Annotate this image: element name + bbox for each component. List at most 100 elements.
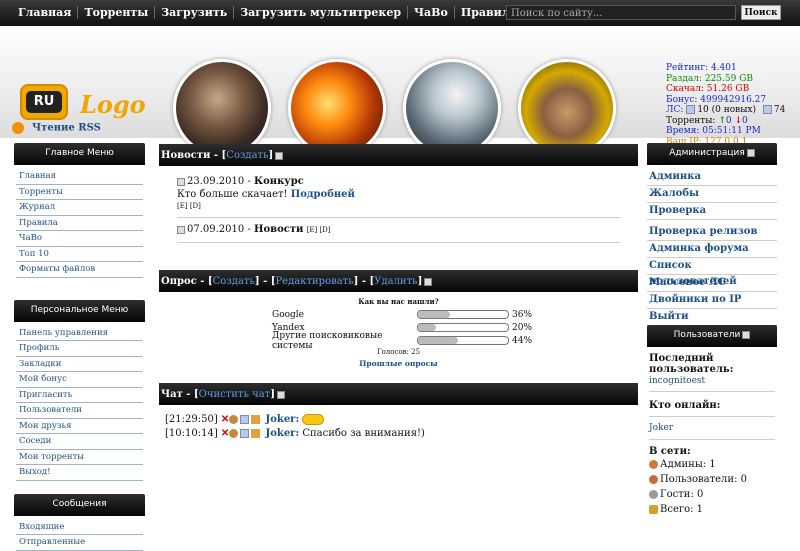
poll-option: Другие поисковиковые системы 44% bbox=[272, 331, 638, 351]
menu-item[interactable]: Отправленные bbox=[16, 535, 143, 551]
news-item-title: Новости bbox=[254, 224, 304, 235]
collapse-icon[interactable] bbox=[746, 148, 755, 157]
admin-menu-item[interactable]: Массовое ЛС bbox=[647, 275, 777, 292]
news-delete-link[interactable]: [D] bbox=[190, 202, 201, 210]
menu-item[interactable]: Главная bbox=[16, 169, 143, 185]
guests-count: Гости: 0 bbox=[660, 489, 704, 500]
rss-link[interactable]: Чтение RSS bbox=[12, 122, 101, 134]
news-more-link[interactable]: Подробней bbox=[291, 189, 355, 200]
menu-item[interactable]: Пользователи bbox=[16, 403, 143, 419]
menu-item[interactable]: Профиль bbox=[16, 341, 143, 357]
search-button[interactable]: Поиск 🔍︎ bbox=[741, 5, 781, 32]
chat-user[interactable]: Joker: bbox=[265, 414, 299, 425]
user-icon[interactable] bbox=[229, 429, 239, 438]
collapse-icon[interactable] bbox=[742, 330, 751, 339]
admin-menu-item[interactable]: Проверка bbox=[647, 203, 777, 220]
poster-image-2[interactable] bbox=[288, 59, 386, 157]
news-edit-link[interactable]: [E] bbox=[177, 202, 188, 210]
admin-menu-item[interactable]: Админка форума bbox=[647, 241, 777, 258]
collapse-icon[interactable] bbox=[275, 151, 284, 160]
admin-menu-item[interactable]: Админка bbox=[647, 169, 777, 186]
menu-item[interactable]: Правила bbox=[16, 216, 143, 231]
profile-card-icon[interactable] bbox=[251, 415, 261, 424]
admin-user-icon bbox=[649, 460, 658, 469]
menu-item[interactable]: Мои торренты bbox=[16, 450, 143, 465]
admin-menu-item[interactable]: Жалобы bbox=[647, 186, 777, 203]
chat-text: Спасибо за внимания!) bbox=[302, 428, 425, 439]
menu-item[interactable]: Топ 10 bbox=[16, 247, 143, 262]
logo-badge[interactable]: RU bbox=[20, 84, 68, 120]
left-column: Главное Меню Главная Торренты Журнал Правил… bbox=[14, 143, 145, 551]
menu-item[interactable]: Выход! bbox=[16, 465, 143, 481]
menu-item[interactable]: Журнал bbox=[16, 200, 143, 216]
chat-user[interactable]: Joker: bbox=[265, 428, 299, 439]
last-user-label: Последний пользователь: bbox=[649, 353, 734, 375]
collapse-icon[interactable] bbox=[276, 390, 285, 399]
envelope-icon[interactable] bbox=[240, 429, 250, 438]
envelope-icon[interactable] bbox=[240, 415, 250, 424]
menu-item[interactable]: Соседи bbox=[16, 434, 143, 450]
admin-menu-item[interactable]: Двойники по IP bbox=[647, 292, 777, 309]
menu-item[interactable]: Форматы файлов bbox=[16, 262, 143, 278]
news-edit-link[interactable]: [E] bbox=[307, 226, 318, 234]
menu-item[interactable]: Панель управления bbox=[16, 326, 143, 341]
poll-option-percent: 20% bbox=[512, 322, 533, 333]
poll-delete-link[interactable]: Удалить bbox=[374, 276, 417, 287]
news-bracket: ] bbox=[268, 150, 274, 161]
delete-icon[interactable]: ✕ bbox=[221, 414, 229, 425]
menu-item[interactable]: Мои друзья bbox=[16, 419, 143, 434]
admin-header: Администрация bbox=[647, 143, 777, 165]
personal-menu: Панель управления Профиль Закладки Мой бону… bbox=[14, 326, 145, 481]
menu-item[interactable]: Пригласить bbox=[16, 388, 143, 403]
chat-title: Чат - [ bbox=[161, 389, 199, 400]
profile-card-icon[interactable] bbox=[251, 429, 261, 438]
poll-option-fill bbox=[418, 324, 436, 331]
torrents-label: Торренты: bbox=[666, 115, 716, 126]
search-input[interactable]: Поиск по сайту... bbox=[506, 5, 736, 20]
nav-link[interactable]: Загрузить bbox=[155, 6, 235, 19]
poll-create-link[interactable]: Создать bbox=[213, 276, 255, 287]
menu-item[interactable]: ЧаВо bbox=[16, 231, 143, 247]
nav-link[interactable]: Главная bbox=[12, 6, 79, 19]
news-delete-link[interactable]: [D] bbox=[319, 226, 330, 234]
menu-item[interactable]: Мой бонус bbox=[16, 372, 143, 388]
torrents-stat: Торренты: ↑0 ↓0 bbox=[666, 116, 785, 127]
news-item-title: Конкурс bbox=[254, 176, 304, 187]
pm-stat[interactable]: ЛС: 10 (0 новых) 74 bbox=[666, 105, 785, 116]
logo-text[interactable]: Logo bbox=[80, 90, 146, 119]
menu-item[interactable]: Входящие bbox=[16, 520, 143, 535]
poll-option-fill bbox=[418, 311, 451, 318]
online-user-link[interactable]: Joker bbox=[649, 423, 673, 433]
collapse-icon[interactable] bbox=[424, 277, 433, 286]
expand-icon[interactable] bbox=[177, 225, 185, 234]
chat-bracket: ] bbox=[270, 389, 275, 400]
delete-icon[interactable]: ✕ bbox=[221, 428, 229, 439]
poll-edit-link[interactable]: Редактировать bbox=[275, 276, 353, 287]
logo-badge-text: RU bbox=[26, 91, 62, 113]
admin-menu-item[interactable]: Выйти bbox=[647, 309, 777, 326]
poster-image-3[interactable] bbox=[403, 59, 501, 157]
poster-image-4[interactable] bbox=[518, 59, 616, 157]
poll-option-bar bbox=[417, 310, 509, 319]
menu-item[interactable]: Закладки bbox=[16, 357, 143, 372]
envelope-icon bbox=[686, 105, 696, 114]
header: RU Logo Рейтинг: 4.401 Раздал: 225.59 GB… bbox=[0, 26, 800, 157]
total-count: Всего: 1 bbox=[660, 504, 704, 515]
news-create-link[interactable]: Создать bbox=[226, 150, 268, 161]
poll-option-bar bbox=[417, 323, 509, 332]
collapse-icon[interactable] bbox=[177, 177, 185, 186]
last-user-link[interactable]: incognitoest bbox=[649, 376, 705, 386]
chat-message: [10:10:14] ✕ Joker: Спасибо за внимания!… bbox=[165, 427, 632, 441]
nav-link[interactable]: ЧаВо bbox=[408, 6, 455, 19]
outbox-icon bbox=[762, 105, 772, 114]
past-polls-link[interactable]: Прошлые опросы bbox=[359, 359, 437, 368]
nav-link[interactable]: Загрузить мультитрекер bbox=[234, 6, 409, 19]
user-icon[interactable] bbox=[229, 415, 239, 424]
admin-menu-item[interactable]: Проверка релизов bbox=[647, 224, 777, 241]
menu-item[interactable]: Торренты bbox=[16, 185, 143, 200]
poster-image-1[interactable] bbox=[173, 59, 271, 157]
chat-clear-link[interactable]: Очистить чат bbox=[199, 389, 271, 400]
search-button-label: Поиск bbox=[744, 8, 778, 18]
nav-link[interactable]: Торренты bbox=[78, 6, 156, 19]
admin-menu-item[interactable]: Список пользователей bbox=[647, 258, 777, 287]
